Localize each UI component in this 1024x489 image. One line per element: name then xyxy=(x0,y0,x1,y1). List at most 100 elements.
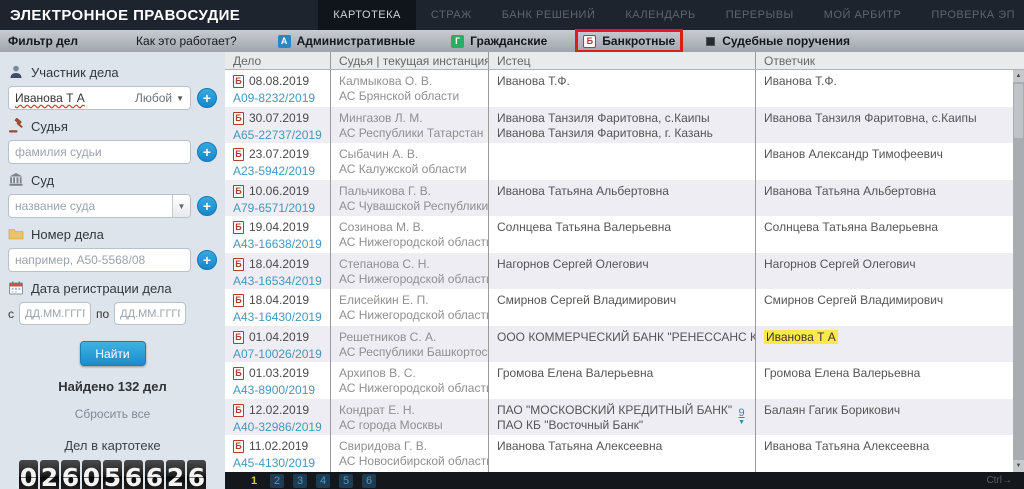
judge-cell: Решетников С. А.АС Республики Башкортост… xyxy=(330,326,488,363)
defendant-name: Иванов Александр Тимофеевич xyxy=(764,147,943,161)
add-court-button[interactable]: + xyxy=(197,196,217,216)
defendant-name: Громова Елена Валерьевна xyxy=(764,366,920,380)
judge-name: Пальчикова Г. В. xyxy=(339,184,482,199)
add-participant-button[interactable]: + xyxy=(197,88,217,108)
add-case-number-button[interactable]: + xyxy=(197,250,217,270)
page-2[interactable]: 2 xyxy=(270,474,284,488)
judge-name: Кондрат Е. Н. xyxy=(339,403,482,418)
table-row[interactable]: Б08.08.2019А09-8232/2019Калмыкова О. В.А… xyxy=(225,70,1024,107)
case-cell: Б23.07.2019А23-5942/2019 xyxy=(225,143,330,180)
tab-case-type-0[interactable]: ААдминистративные xyxy=(273,32,421,50)
plaintiff-cell: Громова Елена Валерьевна xyxy=(488,362,755,399)
top-nav-item-5[interactable]: МОЙ АРБИТР xyxy=(809,0,917,30)
case-cell: Б11.02.2019А45-4130/2019 xyxy=(225,435,330,472)
judge-cell: Мингазов Л. М.АС Республики Татарстан xyxy=(330,107,488,144)
defendant-cell: Солнцева Татьяна Валерьевна xyxy=(755,216,1024,253)
court-select[interactable]: название суда ▼ xyxy=(8,194,191,218)
bankruptcy-case-icon: Б xyxy=(233,367,244,380)
defendant-cell: Смирнов Сергей Владимирович xyxy=(755,289,1024,326)
table-row[interactable]: Б19.04.2019А43-16638/2019Созинова М. В.А… xyxy=(225,216,1024,253)
table-row[interactable]: Б12.02.2019А40-32986/2019Кондрат Е. Н.АС… xyxy=(225,399,1024,436)
plaintiff-name: Иванова Татьяна Альбертовна xyxy=(497,184,749,199)
case-number-link[interactable]: А79-6571/2019 xyxy=(233,201,315,216)
filter-tab-bar: Фильтр дел Как это работает? ААдминистра… xyxy=(0,30,1024,52)
defendant-cell: Иванов Александр Тимофеевич xyxy=(755,143,1024,180)
table-row[interactable]: Б30.07.2019А65-22737/2019Мингазов Л. М.А… xyxy=(225,107,1024,144)
scrollbar-thumb[interactable] xyxy=(1014,84,1023,138)
case-number-link[interactable]: А23-5942/2019 xyxy=(233,164,315,179)
case-number-link[interactable]: А40-32986/2019 xyxy=(233,420,322,435)
court-name: АС Нижегородской области xyxy=(339,235,482,250)
counter-label: Дел в картотеке xyxy=(8,438,217,453)
top-nav-item-1[interactable]: СТРАЖ xyxy=(416,0,487,30)
court-name: АС Чувашской Республики xyxy=(339,199,482,214)
counter-digit: 2 xyxy=(40,460,59,489)
tab-case-type-1[interactable]: ГГражданские xyxy=(446,32,552,50)
search-button[interactable]: Найти xyxy=(80,341,146,366)
defendant-cell: Иванова Татьяна Алексеевна xyxy=(755,435,1024,472)
add-judge-button[interactable]: + xyxy=(197,142,217,162)
top-nav-item-6[interactable]: ПРОВЕРКА ЭП xyxy=(916,0,1024,30)
column-header-case: Дело xyxy=(225,52,330,69)
top-nav-item-2[interactable]: БАНК РЕШЕНИЙ xyxy=(487,0,611,30)
tab-judicial-orders[interactable]: Судебные поручения xyxy=(706,34,850,48)
date-to-input[interactable] xyxy=(114,302,186,325)
reset-all-link[interactable]: Сбросить все xyxy=(8,407,217,421)
case-date: 12.02.2019 xyxy=(249,403,309,418)
case-number-link[interactable]: А45-4130/2019 xyxy=(233,456,315,471)
top-nav-item-4[interactable]: ПЕРЕРЫВЫ xyxy=(711,0,809,30)
table-row[interactable]: Б10.06.2019А79-6571/2019Пальчикова Г. В.… xyxy=(225,180,1024,217)
scroll-down-icon[interactable]: ▼ xyxy=(1013,460,1024,472)
table-row[interactable]: Б11.02.2019А45-4130/2019Свиридова Г. В.А… xyxy=(225,435,1024,472)
case-number-link[interactable]: А43-16430/2019 xyxy=(233,310,322,325)
how-it-works-link[interactable]: Как это работает? xyxy=(136,34,237,48)
person-icon xyxy=(8,64,24,80)
vertical-scrollbar[interactable]: ▲ ▼ xyxy=(1013,70,1024,472)
counter-digit: 0 xyxy=(19,460,38,489)
case-cell: Б01.03.2019А43-8900/2019 xyxy=(225,362,330,399)
more-parties-badge[interactable]: 9▼ xyxy=(738,408,745,428)
table-row[interactable]: Б18.04.2019А43-16534/2019Степанова С. Н.… xyxy=(225,253,1024,290)
court-dropdown-button[interactable]: ▼ xyxy=(172,195,190,217)
participant-role-dropdown[interactable]: Любой ▼ xyxy=(135,91,184,105)
page-1[interactable]: 1 xyxy=(247,474,261,488)
page-6[interactable]: 6 xyxy=(362,474,376,488)
tab-case-type-2[interactable]: ББанкротные xyxy=(578,32,680,50)
top-nav: КАРТОТЕКАСТРАЖБАНК РЕШЕНИЙКАЛЕНДАРЬПЕРЕР… xyxy=(318,0,1024,30)
table-header: Дело Судья | текущая инстанция Истец Отв… xyxy=(225,52,1024,70)
judge-name: Решетников С. А. xyxy=(339,330,482,345)
table-row[interactable]: Б01.04.2019А07-10026/2019Решетников С. А… xyxy=(225,326,1024,363)
top-nav-item-3[interactable]: КАЛЕНДАРЬ xyxy=(610,0,710,30)
case-number-link[interactable]: А43-16534/2019 xyxy=(233,274,322,289)
scroll-up-icon[interactable]: ▲ xyxy=(1013,70,1024,82)
case-number-link[interactable]: А65-22737/2019 xyxy=(233,128,322,143)
table-row[interactable]: Б23.07.2019А23-5942/2019Сыбачин А. В.АС … xyxy=(225,143,1024,180)
table-row[interactable]: Б01.03.2019А43-8900/2019Архипов В. С.АС … xyxy=(225,362,1024,399)
participant-value: Иванова Т А xyxy=(15,91,85,105)
case-number-link[interactable]: А43-16638/2019 xyxy=(233,237,322,252)
page-3[interactable]: 3 xyxy=(293,474,307,488)
chevron-down-icon: ▼ xyxy=(176,94,184,103)
case-date: 08.08.2019 xyxy=(249,74,309,89)
defendant-cell: Иванова Татьяна Альбертовна xyxy=(755,180,1024,217)
case-cell: Б30.07.2019А65-22737/2019 xyxy=(225,107,330,144)
case-cell: Б18.04.2019А43-16534/2019 xyxy=(225,253,330,290)
participant-input[interactable]: Иванова Т А Любой ▼ xyxy=(8,86,191,110)
judge-cell: Калмыкова О. В.АС Брянской области xyxy=(330,70,488,107)
page-5[interactable]: 5 xyxy=(339,474,353,488)
court-name: АС Нижегородской области xyxy=(339,308,482,323)
case-number-link[interactable]: А09-8232/2019 xyxy=(233,91,315,106)
counter-digit: 2 xyxy=(166,460,185,489)
table-row[interactable]: Б18.04.2019А43-16430/2019Елисейкин Е. П.… xyxy=(225,289,1024,326)
judge-cell: Созинова М. В.АС Нижегородской области xyxy=(330,216,488,253)
case-number-link[interactable]: А07-10026/2019 xyxy=(233,347,322,362)
case-cell: Б12.02.2019А40-32986/2019 xyxy=(225,399,330,436)
date-from-input[interactable] xyxy=(19,302,91,325)
page-4[interactable]: 4 xyxy=(316,474,330,488)
top-nav-item-0[interactable]: КАРТОТЕКА xyxy=(318,0,416,30)
judge-name: Сыбачин А. В. xyxy=(339,147,482,162)
case-number-input[interactable] xyxy=(8,248,191,272)
defendant-name: Иванова Татьяна Альбертовна xyxy=(764,184,936,198)
judge-input[interactable] xyxy=(8,140,191,164)
case-number-link[interactable]: А43-8900/2019 xyxy=(233,383,315,398)
